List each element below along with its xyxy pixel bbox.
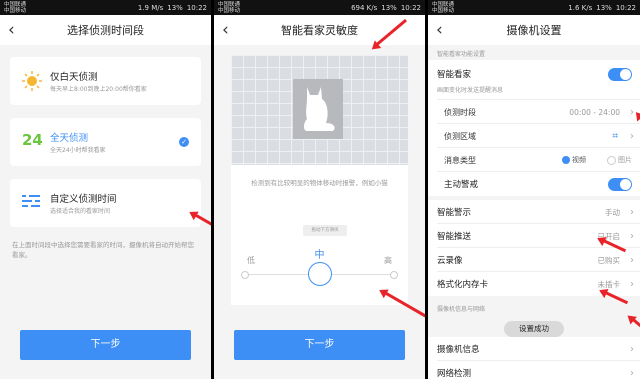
row-label: 主动警戒 [444,180,479,190]
next-button[interactable]: 下一步 [20,330,191,360]
row-message-type: 消息类型 视频 图片 [428,148,640,172]
smart-guard-toggle[interactable] [608,68,632,81]
row-label: 格式化内存卡 [437,280,489,290]
crop-icon: ⌗ [612,130,618,142]
row-cloud-recording[interactable]: 云录像 已购买 › [428,248,640,272]
row-network-check[interactable]: 网络检测 › [428,361,640,379]
chevron-right-icon: › [630,343,634,355]
option-daytime[interactable]: 仅白天侦测 每天早上8:00到晚上20:00帮你看家 [10,57,201,105]
battery: 13% [167,3,183,12]
level-mid-label: 中 [314,250,325,261]
row-label: 智能警示 [437,208,472,218]
battery: 13% [381,3,397,12]
chevron-right-icon: › [630,206,634,218]
period-note: 在上面时间段中选择您需要看家的时间，摄像机将自动开始帮您看家。 [12,241,194,259]
custom-list-icon [22,193,40,213]
section-header-smart: 智能看家功能设置 [437,51,486,58]
option-allday[interactable]: 24 全天侦测 全天24小时帮我看家 ✓ [10,118,201,166]
net-speed: 1.9 M/s [137,3,164,12]
level-low-label: 低 [247,256,255,265]
option-sub: 全天24小时帮我看家 [50,147,106,154]
row-value: 00:00 - 24:00 [569,107,620,117]
chevron-right-icon: › [630,254,634,266]
row-camera-info[interactable]: 摄像机信息 › [428,337,640,361]
check-icon: ✓ [179,137,189,147]
radio-unchecked-icon [607,155,616,165]
carrier-2: 中国移动 [4,7,27,14]
row-label: 摄像机信息 [437,345,480,355]
cat-tile [293,79,343,139]
option-sub: 选择适合我的看家时间 [50,208,111,215]
radio-video[interactable]: 视频 [562,155,586,165]
clock: 10:22 [615,3,636,12]
status-bar: 中国联通 中国移动 694 K/s 13% 10:22 [214,0,425,15]
row-label: 侦测区域 [444,131,476,141]
24-icon: 24 [22,131,43,149]
row-detect-period[interactable]: 侦测时段 00:00 - 24:00 › [428,100,640,124]
row-value: 已购买 [597,255,621,265]
clock: 10:22 [400,3,421,12]
option-title: 全天侦测 [50,133,89,144]
slider-thumb[interactable] [308,262,332,286]
row-smart-warning[interactable]: 智能警示 手动 › [428,200,640,224]
carrier-2: 中国移动 [432,7,455,14]
screen-camera-settings: 中国联通 中国移动 1.6 K/s 13% 10:22 ‹ 摄像机设置 智能看家功能设… [428,0,640,379]
row-label: 侦测时段 [444,107,476,117]
page-title: 摄像机设置 [506,24,562,37]
sensitivity-desc: 检测到有比较明显的物体移动时报警，例如小猫 [251,179,388,187]
level-high-label: 高 [384,256,392,265]
radio-label: 图片 [618,156,632,164]
row-detect-area[interactable]: 侦测区域 ⌗ › [428,124,640,148]
grid-preview [231,55,408,165]
radio-checked-icon [562,156,570,164]
net-speed: 694 K/s [351,3,378,12]
back-icon[interactable]: ‹ [8,20,15,40]
chevron-right-icon: › [630,367,634,379]
option-title: 仅白天侦测 [50,72,98,83]
section-header-info: 摄像机信息与网络 [437,306,486,313]
row-active-alarm: 主动警戒 [428,172,640,196]
active-alarm-toggle[interactable] [608,178,632,191]
row-value: 手动 [605,207,620,217]
clock: 10:22 [186,3,207,12]
status-bar: 中国联通 中国移动 1.6 K/s 13% 10:22 [428,0,640,15]
back-icon[interactable]: ‹ [222,20,229,40]
screen-select-period: 中国联通 中国移动 1.9 M/s 13% 10:22 ‹ 选择侦测时间段 仅白天侦测… [0,0,211,379]
row-label: 网络检测 [437,369,472,379]
chevron-right-icon: › [630,230,634,242]
chevron-right-icon: › [630,278,634,290]
page-title: 选择侦测时间段 [67,24,144,37]
slider-right-dot [390,271,398,279]
option-custom[interactable]: 自定义侦测时间 选择适合我的看家时间 [10,179,201,227]
sensitivity-card: 检测到有比较明显的物体移动时报警，例如小猫 拖动下方滑块 中 低 高 [231,55,408,305]
sun-icon [22,71,42,95]
toast-success: 设置成功 [504,321,564,337]
radio-label: 视频 [572,156,586,164]
row-label: 消息类型 [444,155,476,165]
row-smart-guard: 智能看家 画面变化时发送提醒消息 [428,60,640,100]
row-label: 云录像 [437,256,463,266]
nav-bar: ‹ 摄像机设置 [428,15,640,45]
net-speed: 1.6 K/s [568,3,593,12]
radio-image[interactable]: 图片 [607,155,632,165]
red-arrow-annotation [629,316,640,337]
battery: 13% [596,3,612,12]
row-sub: 画面变化时发送提醒消息 [437,87,504,94]
row-label: 智能看家 [437,70,472,80]
drag-hint: 拖动下方滑块 [303,225,347,236]
cat-icon [304,87,335,131]
status-bar: 中国联通 中国移动 1.9 M/s 13% 10:22 [0,0,211,15]
next-button[interactable]: 下一步 [234,330,405,360]
option-title: 自定义侦测时间 [50,194,117,205]
carrier-2: 中国移动 [218,7,241,14]
back-icon[interactable]: ‹ [436,20,443,40]
chevron-right-icon: › [630,130,634,142]
slider-left-dot [241,271,249,279]
row-label: 智能推送 [437,232,472,242]
screen-sensitivity: 中国联通 中国移动 694 K/s 13% 10:22 ‹ 智能看家灵敏度 检测到有比… [214,0,425,379]
nav-bar: ‹ 选择侦测时间段 [0,15,211,45]
option-sub: 每天早上8:00到晚上20:00帮你看家 [50,86,147,93]
